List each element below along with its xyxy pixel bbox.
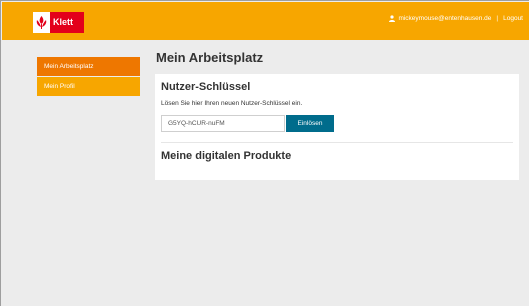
klett-logo[interactable]: Klett xyxy=(33,12,84,33)
top-bar: Klett mickeymouse@entenhausen.de | Logou… xyxy=(2,2,529,40)
user-icon xyxy=(389,15,396,22)
app-frame: Klett mickeymouse@entenhausen.de | Logou… xyxy=(0,0,529,306)
user-key-input[interactable] xyxy=(161,115,285,132)
key-section-hint: Lösen Sie hier Ihren neuen Nutzer-Schlüs… xyxy=(161,100,303,107)
products-section-title: Meine digitalen Produkte xyxy=(161,150,292,162)
sidebar-item-mein-arbeitsplatz[interactable]: Mein Arbeitsplatz xyxy=(37,57,140,76)
page-title: Mein Arbeitsplatz xyxy=(156,50,264,65)
redeem-button[interactable]: Einlösen xyxy=(286,115,334,132)
sidebar-item-mein-profil[interactable]: Mein Profil xyxy=(37,77,140,96)
header-separator: | xyxy=(496,15,499,22)
section-divider xyxy=(161,142,513,143)
logo-text: Klett xyxy=(53,17,73,27)
content-card: Nutzer-Schlüssel Lösen Sie hier Ihren ne… xyxy=(155,74,519,180)
key-section-title: Nutzer-Schlüssel xyxy=(161,81,251,93)
user-email-link[interactable]: mickeymouse@entenhausen.de xyxy=(398,15,491,22)
user-bar: mickeymouse@entenhausen.de | Logout xyxy=(389,15,523,22)
logout-link[interactable]: Logout xyxy=(503,15,523,22)
sidebar-nav: Mein Arbeitsplatz Mein Profil xyxy=(37,57,140,97)
klett-logo-icon xyxy=(33,12,50,33)
